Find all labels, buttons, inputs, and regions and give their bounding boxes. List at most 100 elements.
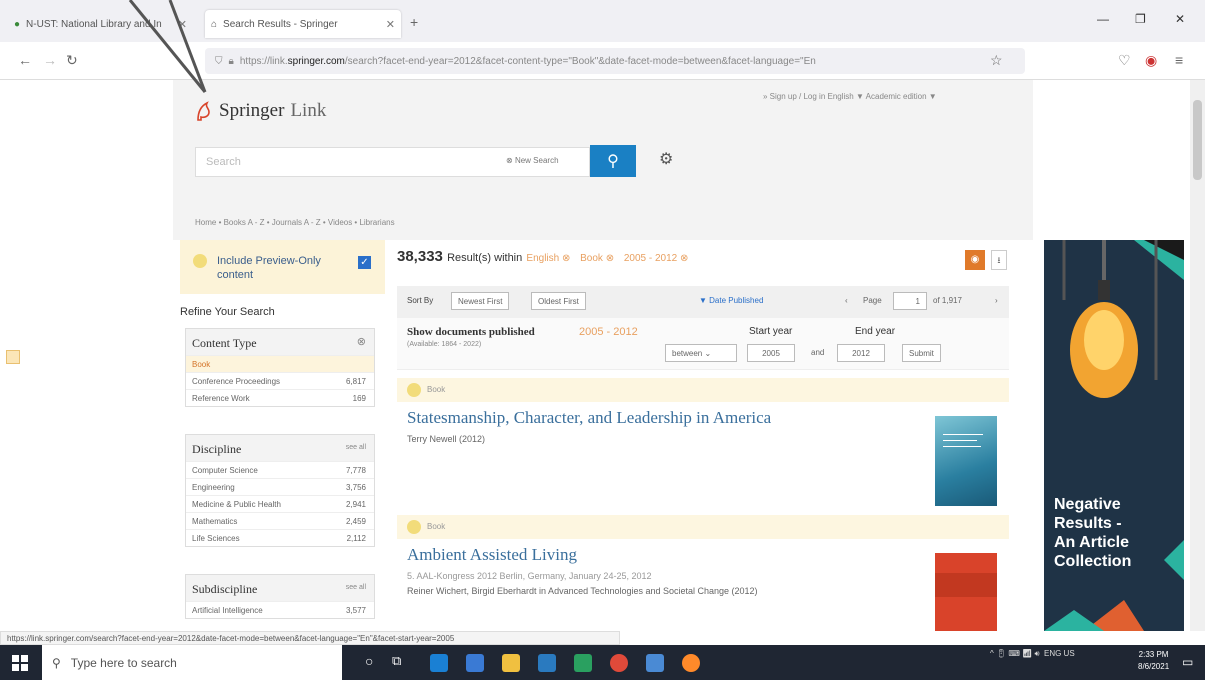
see-all-link[interactable]: see all — [346, 584, 366, 591]
result-author[interactable]: Reiner Wichert, Birgid Eberhardt in Adva… — [407, 586, 758, 596]
breadcrumb[interactable]: Home • Books A - Z • Journals A - Z • Vi… — [195, 218, 395, 227]
rss-icon[interactable]: ◉ — [965, 250, 985, 270]
back-icon[interactable]: ← — [18, 52, 32, 68]
new-search-link[interactable]: ⊗ New Search — [506, 156, 559, 165]
logo-link-text: Link — [290, 100, 327, 121]
list-item[interactable]: Life Sciences 2,112 — [186, 529, 374, 546]
list-item[interactable]: Reference Work 169 — [186, 389, 374, 406]
app-icon[interactable] — [646, 654, 664, 672]
status-url: https://link.springer.com/search?facet-e… — [0, 631, 620, 645]
list-item[interactable]: Artificial Intelligence 3,577 — [186, 601, 374, 618]
extension-icon[interactable]: ◉ — [1145, 52, 1157, 69]
app-icon[interactable] — [466, 654, 484, 672]
list-item[interactable]: Engineering 3,756 — [186, 478, 374, 495]
filter-chip-type[interactable]: Book ⊗ — [575, 253, 614, 264]
prev-page-icon[interactable]: ‹ — [845, 296, 848, 305]
chrome-icon[interactable] — [610, 654, 628, 672]
available-range: (Available: 1864 - 2022) — [407, 341, 482, 348]
next-page-icon[interactable]: › — [995, 296, 998, 305]
result-author[interactable]: Terry Newell (2012) — [407, 434, 485, 444]
facet-content-type: Content Type ⊗ Book Conference Proceeding… — [185, 328, 375, 407]
forward-icon[interactable]: → — [43, 52, 57, 68]
start-year-input[interactable]: 2005 — [747, 344, 795, 362]
windows-start-icon[interactable] — [12, 655, 28, 671]
facet-title: Discipline — [192, 442, 242, 456]
preview-label: Include Preview-Only content — [217, 255, 321, 281]
result-title[interactable]: Statesmanship, Character, and Leadership… — [407, 408, 771, 428]
clock[interactable]: 2:33 PM 8/6/2021 — [1138, 649, 1169, 673]
top-links[interactable]: » Sign up / Log in English ▼ Academic ed… — [763, 92, 937, 101]
sort-by-label: Sort By — [407, 296, 434, 305]
restore-icon[interactable]: ❐ — [1135, 12, 1146, 26]
list-item[interactable]: Computer Science 7,778 — [186, 461, 374, 478]
file-explorer-icon[interactable] — [502, 654, 520, 672]
edge-icon[interactable] — [430, 654, 448, 672]
firefox-icon[interactable] — [682, 654, 700, 672]
result-item: Book Statesmanship, Character, and Leade… — [397, 378, 1009, 508]
url-bar[interactable]: ⛉ 🔒︎ https://link.springer.com/search?fa… — [205, 48, 1025, 74]
logo-springer-text: Springer — [219, 100, 285, 121]
vertical-scrollbar[interactable] — [1190, 80, 1205, 631]
tab-springer[interactable]: ⌂ Search Results - Springer ✕ — [205, 10, 401, 38]
close-icon[interactable]: ✕ — [178, 18, 187, 31]
windows-taskbar: ⚲ Type here to search ○ ⧉ ^ 🔋︎ ⌨ 📶︎ 🔊︎ E… — [0, 645, 1205, 680]
lock-icon: 🔒︎ — [228, 55, 234, 67]
list-item[interactable]: Mathematics 2,459 — [186, 512, 374, 529]
app-icon[interactable] — [574, 654, 592, 672]
results-count: 38,333 Result(s) within English ⊗ Book ⊗… — [397, 248, 688, 265]
taskbar-search[interactable]: ⚲ Type here to search — [42, 645, 342, 680]
system-tray[interactable]: ^ 🔋︎ ⌨ 📶︎ 🔊︎ ENG US — [990, 649, 1075, 659]
book-icon — [407, 520, 421, 534]
store-icon[interactable] — [538, 654, 556, 672]
reload-icon[interactable]: ↻ — [66, 52, 78, 69]
clear-filter-icon[interactable]: ⊗ — [357, 335, 366, 348]
new-tab-icon[interactable]: + — [410, 14, 418, 30]
advertisement[interactable]: Negative Results - An Article Collection — [1044, 240, 1184, 631]
page-label: Page — [863, 296, 882, 305]
task-view-icon[interactable]: ⧉ — [392, 653, 401, 669]
list-item[interactable]: Conference Proceedings 6,817 — [186, 372, 374, 389]
sort-newest-button[interactable]: Newest First — [451, 292, 510, 310]
date-filter: Show documents published 2005 - 2012 (Av… — [397, 318, 1009, 370]
preview-only-toggle[interactable]: Include Preview-Only content ✓ — [180, 240, 385, 294]
facet-subdiscipline: Subdiscipline see all Artificial Intellig… — [185, 574, 375, 619]
book-cover-image[interactable] — [935, 553, 997, 631]
facet-title: Content Type — [192, 336, 257, 350]
download-icon[interactable]: ⭳ — [991, 250, 1007, 270]
facet-title: Subdiscipline — [192, 582, 258, 596]
preview-checkbox[interactable]: ✓ — [358, 256, 371, 269]
facet-discipline: Discipline see all Computer Science 7,778 … — [185, 434, 375, 547]
minimize-icon[interactable]: — — [1097, 12, 1109, 26]
gear-icon[interactable]: ⚙ — [659, 149, 673, 169]
scrollbar-thumb[interactable] — [1193, 100, 1202, 180]
result-type: Book — [427, 522, 446, 531]
sort-oldest-button[interactable]: Oldest First — [531, 292, 586, 310]
pocket-icon[interactable]: ♡ — [1118, 52, 1131, 69]
bookmark-star-icon[interactable]: ☆ — [990, 52, 1003, 69]
browser-nav-bar: ← → ↻ ⛉ 🔒︎ https://link.springer.com/sea… — [0, 42, 1205, 80]
filter-chip-date[interactable]: 2005 - 2012 ⊗ — [618, 253, 689, 264]
springerlink-logo[interactable]: Springer Link — [195, 100, 326, 122]
close-icon[interactable]: ✕ — [386, 18, 395, 31]
menu-icon[interactable]: ≡ — [1175, 52, 1183, 68]
notification-icon[interactable]: ▭ — [1182, 655, 1193, 669]
refine-title: Refine Your Search — [180, 306, 275, 318]
submit-button[interactable]: Submit — [902, 344, 941, 362]
page-input[interactable]: 1 — [893, 292, 927, 310]
window-close-icon[interactable]: ✕ — [1175, 12, 1185, 26]
page-of: of 1,917 — [933, 296, 962, 305]
between-select[interactable]: between ⌄ — [665, 344, 737, 362]
see-all-link[interactable]: see all — [346, 444, 366, 451]
book-cover-image[interactable] — [935, 416, 997, 506]
search-button[interactable]: ⚲ — [590, 145, 636, 177]
tab-nust[interactable]: ● N-UST: National Library and In ✕ — [8, 10, 193, 38]
end-year-input[interactable]: 2012 — [837, 344, 885, 362]
list-item[interactable]: Book — [186, 355, 374, 372]
list-item[interactable]: Medicine & Public Health 2,941 — [186, 495, 374, 512]
date-published-toggle[interactable]: ▼ Date Published — [699, 296, 763, 305]
side-feedback-icon[interactable] — [6, 350, 20, 364]
tab-label: Search Results - Springer — [223, 18, 338, 30]
result-title[interactable]: Ambient Assisted Living — [407, 545, 577, 565]
filter-chip-language[interactable]: English ⊗ — [526, 253, 570, 264]
cortana-icon[interactable]: ○ — [365, 653, 373, 669]
